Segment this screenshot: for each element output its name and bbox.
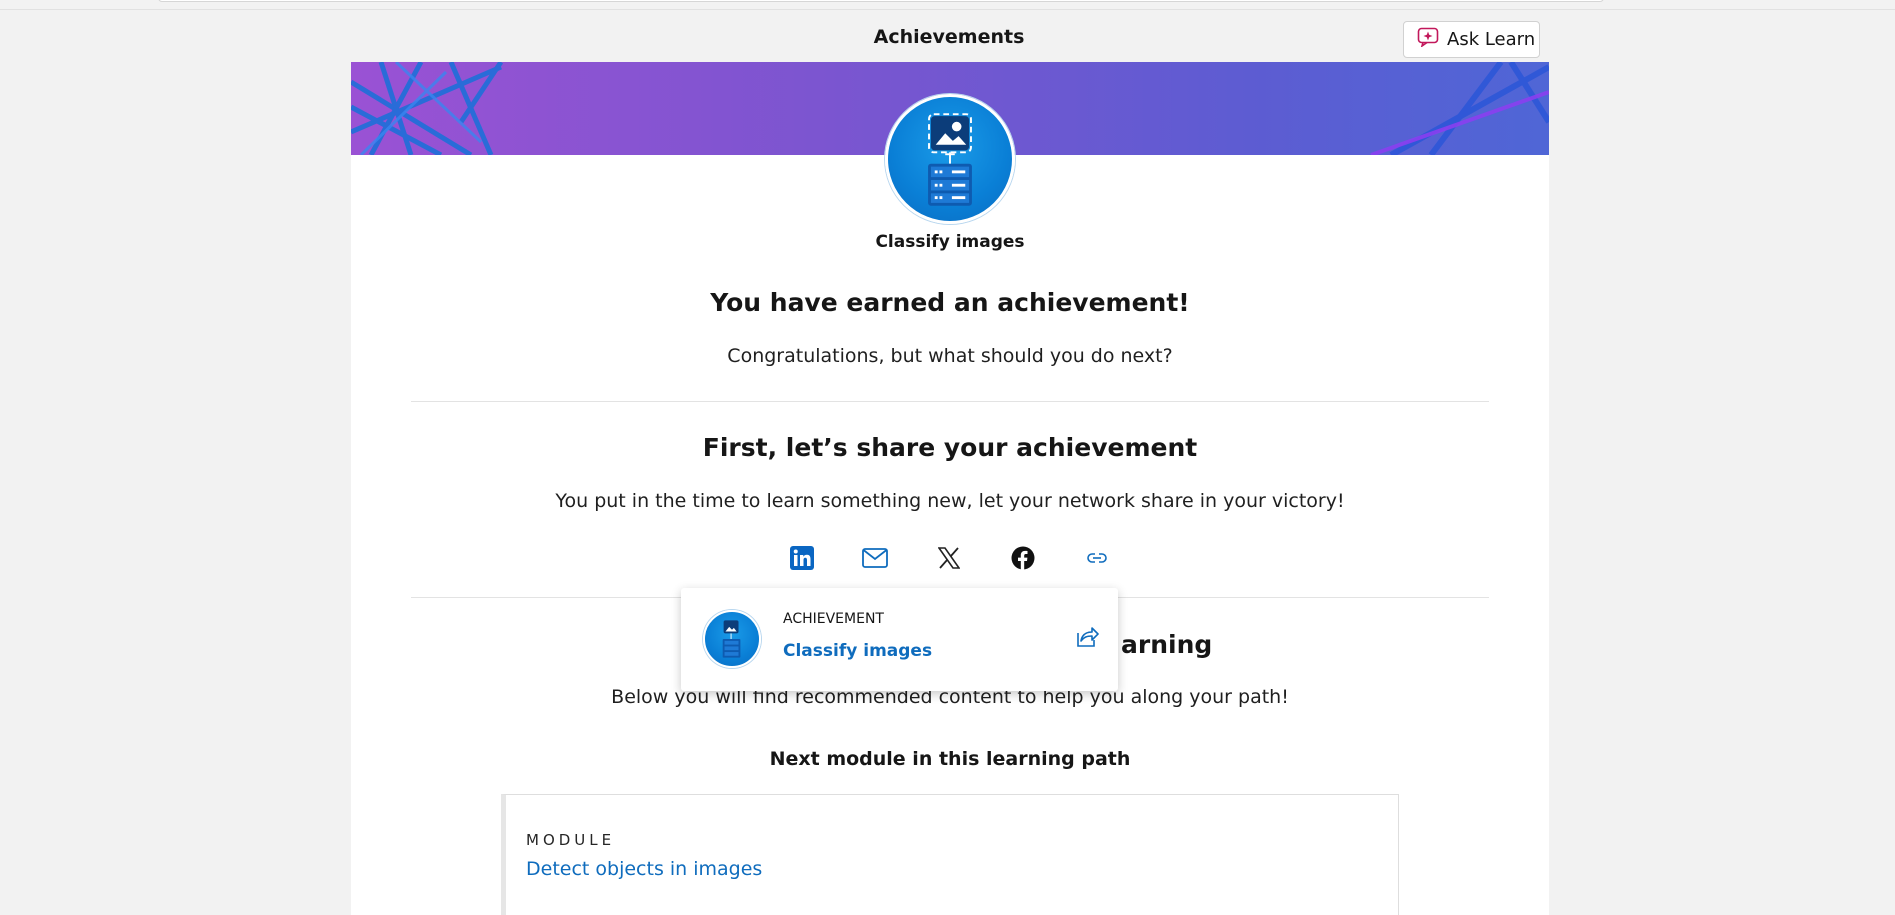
achievement-name: Classify images xyxy=(875,232,1025,252)
preview-title-link[interactable]: Classify images xyxy=(783,641,932,661)
ask-learn-icon xyxy=(1417,27,1439,52)
continue-heading: arning xyxy=(1121,630,1213,659)
x-icon[interactable] xyxy=(934,543,964,573)
achievement-share-preview: ACHIEVEMENT Classify images xyxy=(681,588,1118,691)
module-type-label: MODULE xyxy=(526,831,616,849)
facebook-icon[interactable] xyxy=(1008,543,1038,573)
mail-icon[interactable] xyxy=(860,543,890,573)
search-bar[interactable] xyxy=(158,0,1604,2)
preview-label: ACHIEVEMENT xyxy=(783,611,884,627)
header-divider xyxy=(0,9,1895,10)
ask-learn-label: Ask Learn xyxy=(1447,29,1536,50)
classify-images-icon xyxy=(928,113,972,206)
share-text: You put in the time to learn something n… xyxy=(555,490,1345,512)
page-title: Achievements xyxy=(873,26,1025,48)
share-heading: First, let’s share your achievement xyxy=(702,433,1198,462)
ask-learn-button[interactable]: Ask Learn xyxy=(1403,21,1540,58)
link-icon[interactable] xyxy=(1082,543,1112,573)
section-divider xyxy=(411,401,1489,402)
earned-subheading: Congratulations, but what should you do … xyxy=(727,345,1173,367)
top-search-bar-edge xyxy=(0,0,1895,10)
next-module-heading: Next module in this learning path xyxy=(769,748,1131,770)
share-icon[interactable] xyxy=(1073,624,1101,652)
linkedin-icon[interactable] xyxy=(787,543,817,573)
module-title-link[interactable]: Detect objects in images xyxy=(526,858,762,880)
share-icons xyxy=(351,543,1549,575)
achievement-badge xyxy=(885,94,1015,224)
next-module-card[interactable]: MODULE Detect objects in images xyxy=(501,794,1399,915)
achievement-card: Classify images You have earned an achie… xyxy=(351,62,1549,915)
preview-badge-icon xyxy=(703,610,761,668)
earned-heading: You have earned an achievement! xyxy=(710,288,1190,317)
